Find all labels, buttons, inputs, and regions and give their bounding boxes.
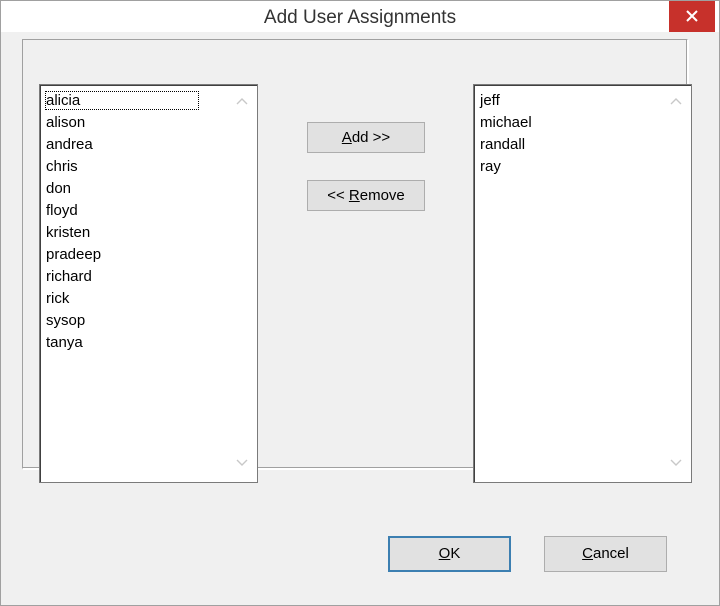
list-item[interactable]: sysop [44,310,224,332]
list-item[interactable]: chris [44,156,224,178]
list-item[interactable]: don [44,178,224,200]
list-item[interactable]: ray [478,156,658,178]
list-item[interactable]: kristen [44,222,224,244]
list-item-label: sysop [46,312,86,329]
list-item-label: randall [480,136,526,153]
list-item[interactable]: jeff [478,90,658,112]
list-item-label: ray [480,158,501,175]
list-item-label: alison [46,114,86,131]
list-item[interactable]: randall [478,134,658,156]
list-item-label: pradeep [46,246,102,263]
close-icon [686,10,698,22]
chevron-up-icon[interactable] [236,96,248,106]
list-item-label: jeff [480,92,500,109]
list-item-label: floyd [46,202,78,219]
list-item[interactable]: alicia [44,90,224,112]
ok-button[interactable]: OK [388,536,511,572]
list-item-label: kristen [46,224,91,241]
title-bar: Add User Assignments [1,1,719,32]
list-item[interactable]: tanya [44,332,224,354]
remove-button[interactable]: << Remove [307,180,425,211]
chevron-up-icon[interactable] [670,96,682,106]
assigned-users-items: jeff michael randall ray [478,90,658,178]
list-item-label: andrea [46,136,93,153]
assigned-users-list[interactable]: jeff michael randall ray [473,84,692,483]
close-button[interactable] [669,1,715,32]
list-item[interactable]: richard [44,266,224,288]
chevron-down-icon[interactable] [670,458,682,468]
list-item[interactable]: floyd [44,200,224,222]
list-item[interactable]: pradeep [44,244,224,266]
list-item-label: chris [46,158,78,175]
list-item-label: alicia [44,91,200,110]
list-item-label: richard [46,268,92,285]
list-item[interactable]: alison [44,112,224,134]
chevron-down-icon[interactable] [236,458,248,468]
cancel-button[interactable]: Cancel [544,536,667,572]
available-users-list[interactable]: alicia alison andrea chris don floyd kristen pr… [39,84,258,483]
list-item-label: michael [480,114,532,131]
list-item-label: tanya [46,334,83,351]
list-item-label: don [46,180,72,197]
list-item[interactable]: rick [44,288,224,310]
available-users-items: alicia alison andrea chris don floyd kristen pr… [44,90,224,354]
available-users-scrollbar[interactable] [228,86,256,481]
window-title: Add User Assignments [263,7,457,28]
list-item[interactable]: andrea [44,134,224,156]
add-button[interactable]: Add >> [307,122,425,153]
assigned-users-scrollbar[interactable] [662,86,690,481]
list-item[interactable]: michael [478,112,658,134]
list-item-label: rick [46,290,70,307]
